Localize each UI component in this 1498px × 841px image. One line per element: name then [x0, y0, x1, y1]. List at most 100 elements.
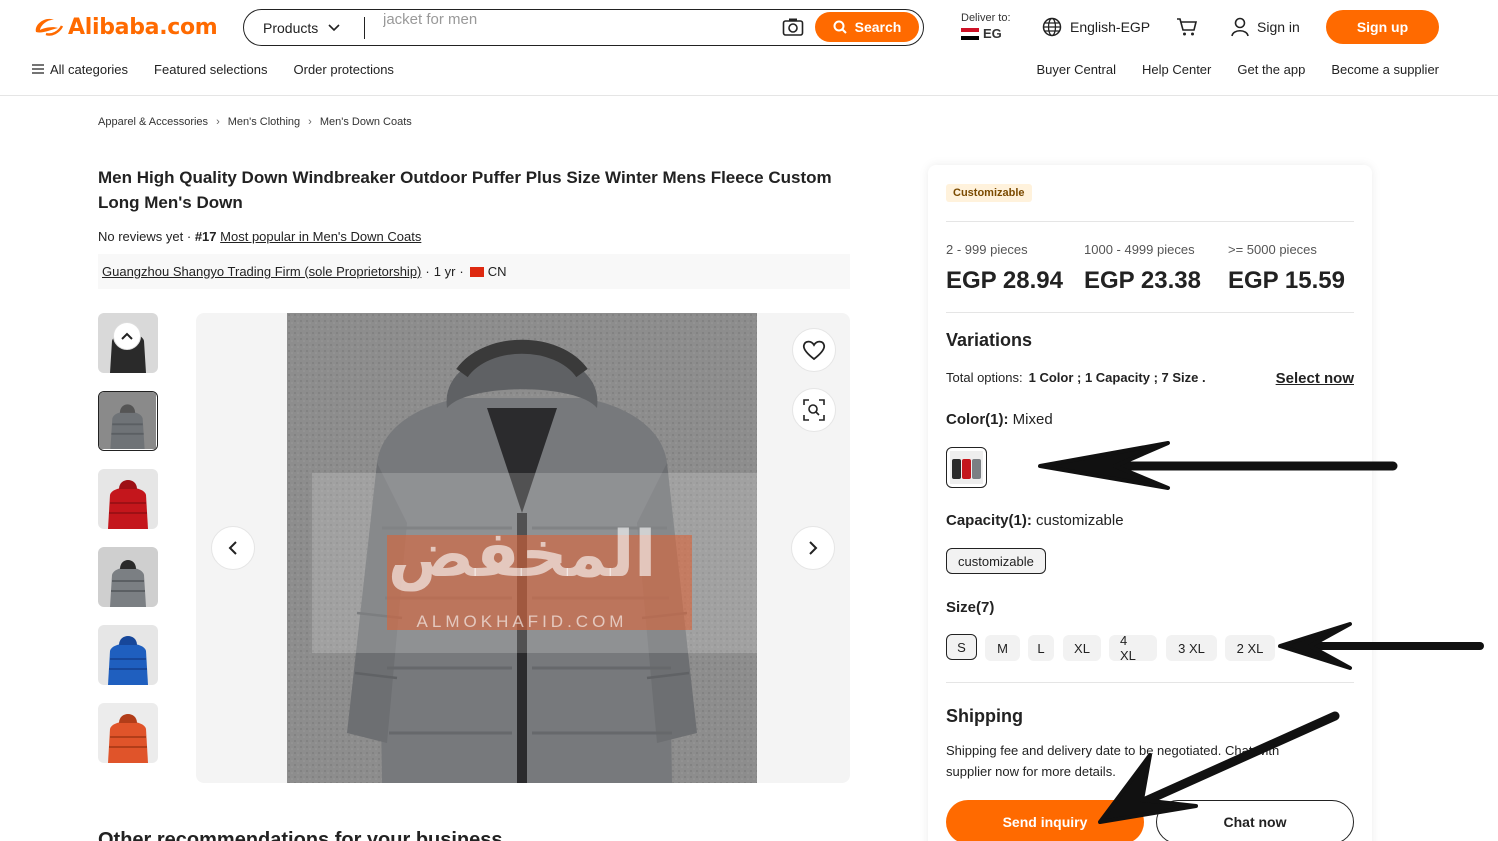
shipping-title: Shipping [946, 706, 1023, 726]
thumbnail[interactable] [98, 469, 158, 529]
supplier-name-link[interactable]: Guangzhou Shangyo Trading Firm (sole Pro… [102, 264, 421, 279]
color-swatch-image [950, 451, 983, 484]
price-tier: 2 - 999 pieces EGP 28.94 [946, 242, 1063, 295]
deliver-to[interactable]: Deliver to: EG [961, 12, 1011, 41]
breadcrumb-item[interactable]: Men's Clothing [228, 116, 300, 128]
search-icon [833, 20, 847, 34]
price-tier-qty: >= 5000 pieces [1228, 242, 1317, 257]
thumbnail-image [98, 625, 158, 685]
previous-image-button[interactable] [211, 526, 255, 570]
camera-icon[interactable] [782, 17, 804, 37]
price-tier-price: EGP 15.59 [1228, 267, 1345, 294]
product-gallery: المخفض ALMOKHAFID.COM [196, 313, 850, 783]
deliver-label: Deliver to: [961, 12, 1011, 24]
watermark-latin: ALMOKHAFID.COM [416, 612, 628, 631]
chevron-down-icon [328, 23, 340, 31]
divider [946, 682, 1354, 683]
supplier-bar: Guangzhou Shangyo Trading Firm (sole Pro… [98, 254, 850, 289]
size-option-2xl[interactable]: 2 XL [1225, 635, 1275, 661]
capacity-label-row: Capacity(1): customizable [946, 512, 1124, 529]
user-icon [1231, 17, 1249, 37]
thumbnail-image [98, 547, 158, 607]
help-center-link[interactable]: Help Center [1142, 62, 1211, 77]
capacity-label: Capacity(1): [946, 512, 1032, 529]
sign-in-link[interactable]: Sign in [1231, 17, 1300, 37]
language-label: English-EGP [1070, 19, 1151, 35]
thumbnail[interactable] [98, 313, 158, 373]
price-tier-price: EGP 23.38 [1084, 267, 1201, 294]
variations-title: Variations [946, 330, 1033, 350]
send-inquiry-button[interactable]: Send inquiry [946, 800, 1144, 841]
become-supplier-link[interactable]: Become a supplier [1331, 62, 1439, 77]
scroll-up-button[interactable] [113, 322, 141, 350]
china-flag-icon [469, 266, 484, 277]
color-swatch-mixed[interactable] [946, 447, 987, 488]
other-recommendations-heading: Other recommendations for your business [98, 829, 503, 841]
buyer-central-link[interactable]: Buyer Central [1037, 62, 1116, 77]
select-now-link[interactable]: Select now [1276, 370, 1354, 387]
price-tier-qty: 2 - 999 pieces [946, 242, 1028, 257]
all-categories-menu[interactable]: All categories [32, 62, 128, 77]
breadcrumb-item[interactable]: Apparel & Accessories [98, 116, 208, 128]
thumbnail-image [99, 392, 156, 449]
alibaba-logo-icon [35, 18, 64, 36]
subnav-left: All categories Featured selections Order… [32, 62, 394, 77]
price-tier-price: EGP 28.94 [946, 267, 1063, 294]
order-protections-link[interactable]: Order protections [294, 62, 394, 77]
favorite-button[interactable] [792, 328, 836, 372]
chevron-right-icon: › [308, 116, 312, 128]
image-search-button[interactable] [792, 388, 836, 432]
search-input[interactable] [365, 2, 765, 37]
color-label: Color(1): [946, 411, 1009, 428]
egypt-flag-icon [961, 27, 979, 40]
size-label: Size(7) [946, 599, 995, 616]
thumbnail-image [98, 703, 158, 763]
deliver-country: EG [983, 26, 1002, 41]
capacity-option[interactable]: customizable [946, 548, 1046, 574]
price-tier: >= 5000 pieces EGP 15.59 [1228, 242, 1345, 295]
main-product-image[interactable]: المخفض ALMOKHAFID.COM [287, 313, 757, 783]
alibaba-logo[interactable]: Alibaba.com [32, 14, 218, 40]
chat-now-button[interactable]: Chat now [1156, 800, 1354, 841]
price-tier: 1000 - 4999 pieces EGP 23.38 [1084, 242, 1201, 295]
top-header: Alibaba.com Products Search Deliver to: … [0, 0, 1498, 96]
rank-link[interactable]: Most popular in Men's Down Coats [220, 229, 421, 244]
color-label-row: Color(1): Mixed [946, 411, 1053, 428]
search-category-dropdown[interactable]: Products [244, 10, 364, 45]
total-options-label: Total options: [946, 370, 1023, 385]
customizable-badge: Customizable [946, 184, 1032, 202]
breadcrumb: Apparel & Accessories › Men's Clothing ›… [98, 116, 412, 128]
size-option-m[interactable]: M [985, 635, 1020, 661]
shipping-text: Shipping fee and delivery date to be neg… [946, 743, 1280, 779]
chevron-left-icon [228, 541, 237, 555]
price-tier-qty: 1000 - 4999 pieces [1084, 242, 1195, 257]
chevron-up-icon [121, 332, 133, 340]
breadcrumb-item[interactable]: Men's Down Coats [320, 116, 412, 128]
sign-up-button[interactable]: Sign up [1326, 10, 1439, 44]
get-the-app-link[interactable]: Get the app [1237, 62, 1305, 77]
thumbnail[interactable] [98, 703, 158, 763]
size-option-3xl[interactable]: 3 XL [1166, 635, 1217, 661]
size-option-xl[interactable]: XL [1063, 635, 1101, 661]
search-button[interactable]: Search [815, 12, 919, 42]
scan-search-icon [803, 399, 825, 421]
size-option-s[interactable]: S [946, 634, 977, 660]
total-options-value: 1 Color ; 1 Capacity ; 7 Size . [1028, 370, 1206, 385]
cart-icon[interactable] [1176, 17, 1198, 37]
search-bar: Products Search [243, 2, 924, 46]
thumbnail[interactable] [98, 625, 158, 685]
language-selector[interactable]: English-EGP [1042, 17, 1150, 37]
thumbnail-image [98, 469, 158, 529]
featured-selections-link[interactable]: Featured selections [154, 62, 267, 77]
color-value: Mixed [1012, 411, 1053, 428]
size-option-l[interactable]: L [1028, 635, 1054, 661]
reviews-text: No reviews yet [98, 229, 184, 244]
thumbnail[interactable] [98, 391, 158, 451]
watermark-arabic: المخفض [387, 518, 657, 592]
thumbnail[interactable] [98, 547, 158, 607]
next-image-button[interactable] [791, 526, 835, 570]
divider [946, 312, 1354, 313]
rank-number: #17 [194, 229, 217, 244]
size-option-4xl[interactable]: 4 XL [1109, 633, 1157, 663]
globe-icon [1042, 17, 1062, 37]
